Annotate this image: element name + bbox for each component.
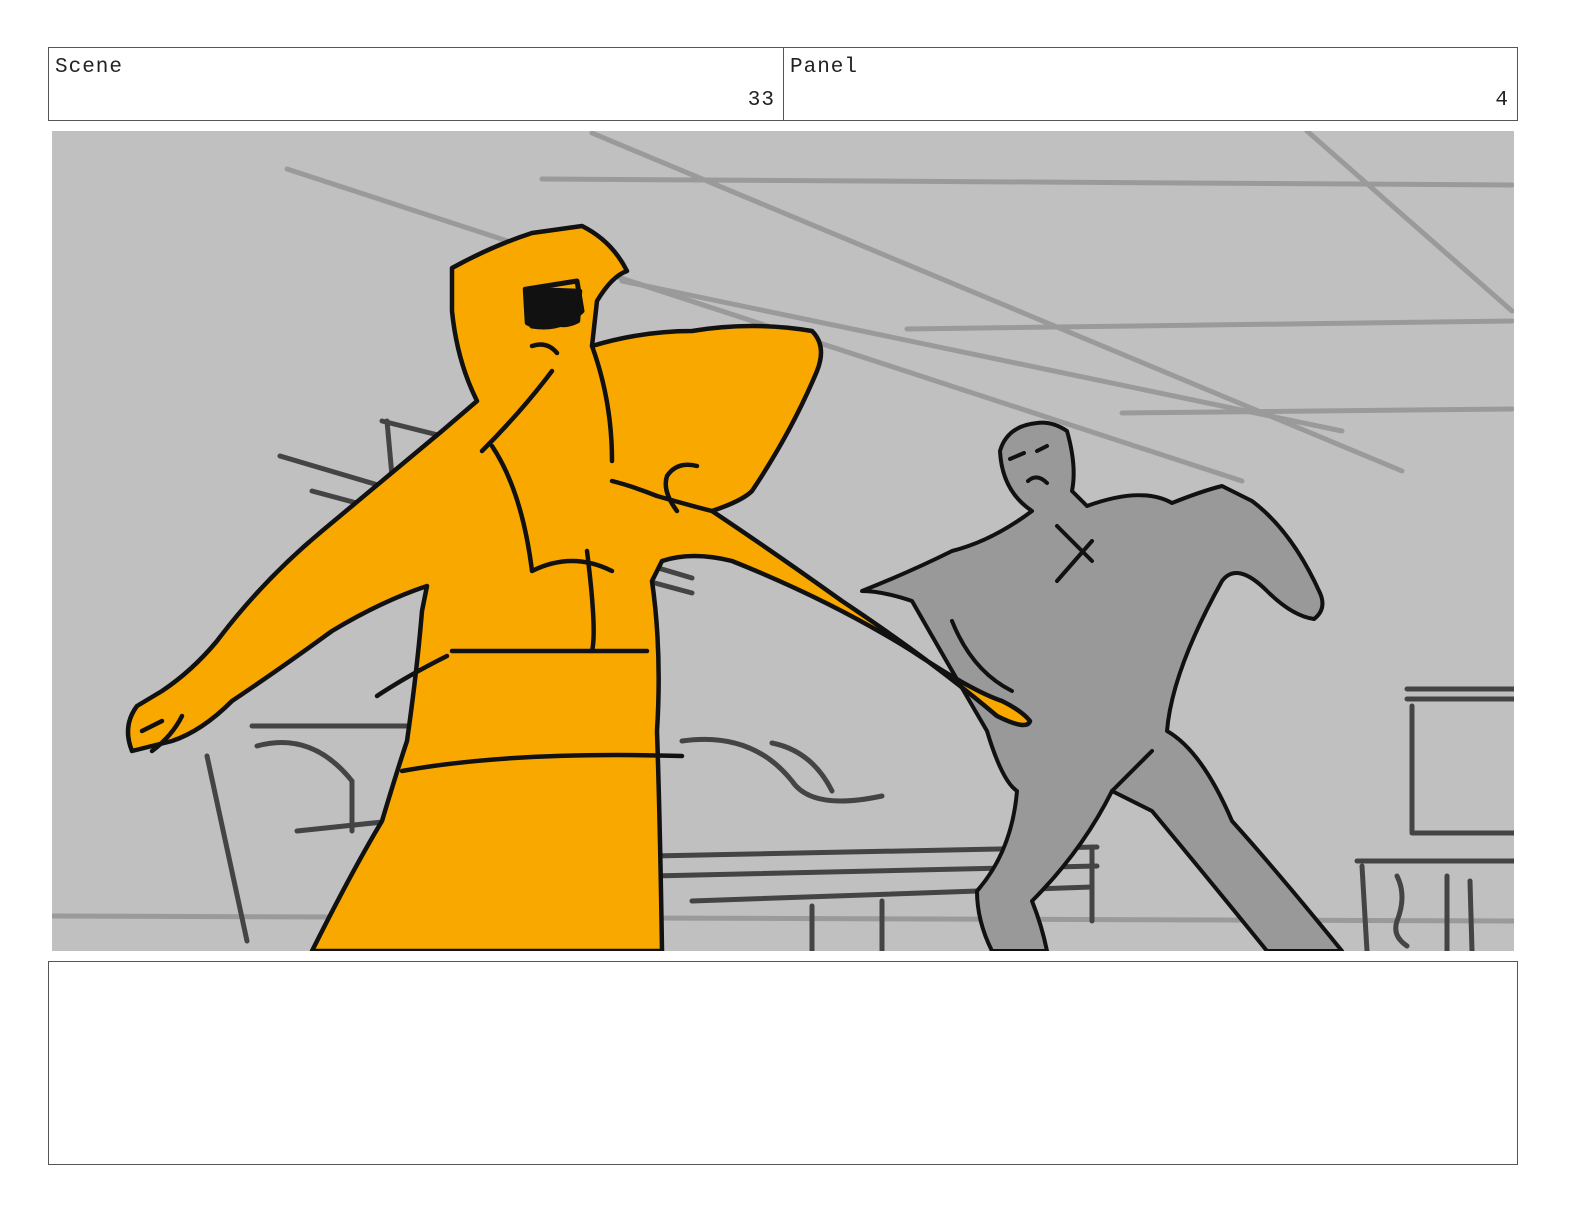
- scene-cell: Scene 33: [49, 48, 784, 120]
- frame-background: [52, 131, 1514, 951]
- storyboard-drawing: [52, 131, 1514, 951]
- scene-number: 33: [747, 89, 775, 112]
- scene-label: Scene: [55, 56, 124, 79]
- panel-header: Scene 33 Panel 4: [48, 47, 1518, 121]
- panel-label: Panel: [790, 56, 859, 79]
- panel-cell: Panel 4: [784, 48, 1517, 120]
- notes-box: [48, 961, 1518, 1165]
- panel-number: 4: [1495, 89, 1509, 112]
- storyboard-frame: [52, 131, 1514, 951]
